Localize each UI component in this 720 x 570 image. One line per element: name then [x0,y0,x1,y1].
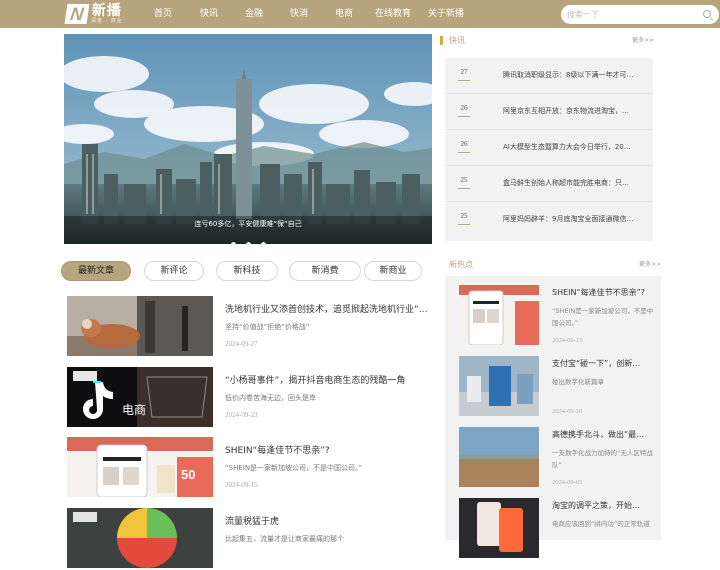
hot-section-header: 新热点 更多>> [445,258,661,272]
hot-date: 2024-09-15 [552,337,583,344]
hot-list: SHEIN“每逢佳节不思亲”? “SHEIN是一家新加坡公司，不是中国公司。” … [445,276,661,558]
tab-new-consumption[interactable]: 新消费 [289,261,361,281]
hot-description: “SHEIN是一家新加坡公司，不是中国公司。” [552,307,654,327]
logo-tagline: 深度 · 商业 [91,18,123,24]
top-navigation-bar: N 新播 深度 · 商业 首页 快讯 金融 快消 电商 在线教育 关于新播 [0,0,720,28]
nav-item-finance[interactable]: 金融 [245,0,263,28]
hot-thumbnail[interactable] [459,356,539,416]
hot-section-title: 新热点 [449,260,473,269]
site-logo[interactable]: N 新播 深度 · 商业 [64,3,123,25]
banner-image [64,34,432,244]
article-item[interactable]: 流量税猛于虎 比起集五，流量才是让商家最痛的那个 [67,508,432,570]
article-description: 坚持“价值战”拒绝“价格战” [225,323,310,331]
search-icon[interactable] [703,10,711,18]
article-title[interactable]: 洗地机行业又添首创技术，追觅掀起洗地机行业“… [225,302,430,315]
logo-name: 新播 [91,3,122,19]
hot-description: 碰出数字化新篇章 [552,378,604,386]
flash-day: 26 [453,140,475,153]
article-description: “SHEIN是一家新加坡公司，不是中国公司。” [225,464,363,472]
svg-text:电商: 电商 [122,402,146,417]
flash-day: 25 [453,176,475,189]
flash-text[interactable]: AI大模型生态暨算力大会今日举行，20… [503,142,648,152]
carousel-dot[interactable] [245,242,251,244]
hot-title[interactable]: 高德携手北斗，做出“最… [552,429,652,440]
logo-mark: N [64,4,90,24]
flash-section-header: 快讯 更多>> [440,34,654,48]
flash-item[interactable]: 26 AI大模型生态暨算力大会今日举行，20… [445,130,653,166]
hot-more-link[interactable]: 更多>> [639,258,661,272]
article-thumbnail[interactable] [67,508,213,568]
search-input[interactable] [567,7,692,22]
flash-text[interactable]: 阿里京东互相开放：京东物流进淘宝，… [503,106,648,116]
banner-carousel[interactable]: 连亏60多亿，平安健康难“保”自己 [64,34,432,244]
article-date: 2024-09-27 [225,340,258,348]
svg-text:50: 50 [181,467,195,482]
carousel-dot[interactable] [260,242,266,244]
flash-item[interactable]: 26 阿里京东互相开放：京东物流进淘宝，… [445,94,653,130]
nav-item-ecommerce[interactable]: 电商 [335,0,353,28]
article-thumbnail[interactable]: 50 [67,437,213,497]
article-description: 比起集五，流量才是让商家最痛的那个 [225,535,344,543]
flash-item[interactable]: 25 盒马鲜生创始人称超市能完胜电商：只… [445,166,653,202]
flash-day: 26 [453,104,475,117]
hot-description: 电商应该回到“拼内功”的正常轨道 [552,520,650,528]
hot-thumbnail[interactable] [459,427,539,487]
flash-text[interactable]: 盒马鲜生创始人称超市能完胜电商：只… [503,178,648,188]
hot-title[interactable]: SHEIN“每逢佳节不思亲”? [552,287,652,298]
flash-more-link[interactable]: 更多>> [632,34,654,48]
tab-new-business[interactable]: 新商业 [364,261,422,281]
hot-thumbnail[interactable] [459,285,539,345]
article-date: 2024-09-15 [225,481,258,489]
article-thumbnail[interactable] [67,296,213,356]
hot-item[interactable]: 高德携手北斗，做出“最… 一支数字化战力加持的“无人区特战队” 2024-09-… [459,427,659,489]
section-marker [440,36,443,45]
hot-date: 2024-09-10 [552,408,583,415]
flash-list: 27 腾讯取消职级显示：8级以下满一年才可… 26 阿里京东互相开放：京东物流进… [445,58,653,241]
search-box [561,5,719,24]
hot-title[interactable]: 淘宝的调平之策，开始… [552,500,652,511]
carousel-dots [64,232,432,244]
nav-item-about[interactable]: 关于新播 [428,0,464,28]
flash-text[interactable]: 腾讯取消职级显示：8级以下满一年才可… [503,70,648,80]
hot-date: 2024-09-05 [552,479,583,486]
hot-item[interactable]: 支付宝“碰一下”，创新… 碰出数字化新篇章 2024-09-10 [459,356,659,418]
article-date: 2024-09-23 [225,411,258,419]
tab-new-tech[interactable]: 新科技 [216,261,278,281]
banner-caption[interactable]: 连亏60多亿，平安健康难“保”自己 [64,219,432,229]
flash-day: 27 [453,68,475,81]
hot-description: 一支数字化战力加持的“无人区特战队” [552,449,653,469]
tab-latest-articles[interactable]: 最新文章 [61,261,131,281]
nav-item-fmcg[interactable]: 快消 [290,0,308,28]
article-item[interactable]: 洗地机行业又添首创技术，追觅掀起洗地机行业“… 坚持“价值战”拒绝“价格战” 2… [67,296,432,358]
article-thumbnail[interactable]: 电商 [67,367,213,427]
article-item[interactable]: 电商 “小杨哥事件”，揭开抖音电商生态的残酷一角 低价内卷苦海无边，回头是岸 2… [67,367,432,429]
carousel-dot[interactable] [230,242,236,244]
article-title[interactable]: SHEIN“每逢佳节不思亲”? [225,443,430,456]
flash-item[interactable]: 25 阿里妈妈辟羊：9月底淘宝全面接通微信… [445,202,653,238]
nav-item-flash[interactable]: 快讯 [200,0,218,28]
article-title[interactable]: “小杨哥事件”，揭开抖音电商生态的残酷一角 [225,373,430,386]
article-description: 低价内卷苦海无边，回头是岸 [225,394,316,402]
flash-day: 25 [453,212,475,225]
hot-item[interactable]: SHEIN“每逢佳节不思亲”? “SHEIN是一家新加坡公司，不是中国公司。” … [459,285,659,347]
flash-text[interactable]: 阿里妈妈辟羊：9月底淘宝全面接通微信… [503,214,648,224]
hot-title[interactable]: 支付宝“碰一下”，创新… [552,358,652,369]
nav-item-home[interactable]: 首页 [154,0,172,28]
flash-section-title: 快讯 [449,36,465,45]
hot-thumbnail[interactable] [459,498,539,558]
flash-item[interactable]: 27 腾讯取消职级显示：8级以下满一年才可… [445,58,653,94]
nav-item-online-education[interactable]: 在线教育 [375,0,411,28]
hot-item[interactable]: 淘宝的调平之策，开始… 电商应该回到“拼内功”的正常轨道 [459,498,659,560]
tab-new-comments[interactable]: 新评论 [144,261,204,281]
article-item[interactable]: 50 SHEIN“每逢佳节不思亲”? “SHEIN是一家新加坡公司，不是中国公司… [67,437,432,499]
article-title[interactable]: 流量税猛于虎 [225,514,430,527]
